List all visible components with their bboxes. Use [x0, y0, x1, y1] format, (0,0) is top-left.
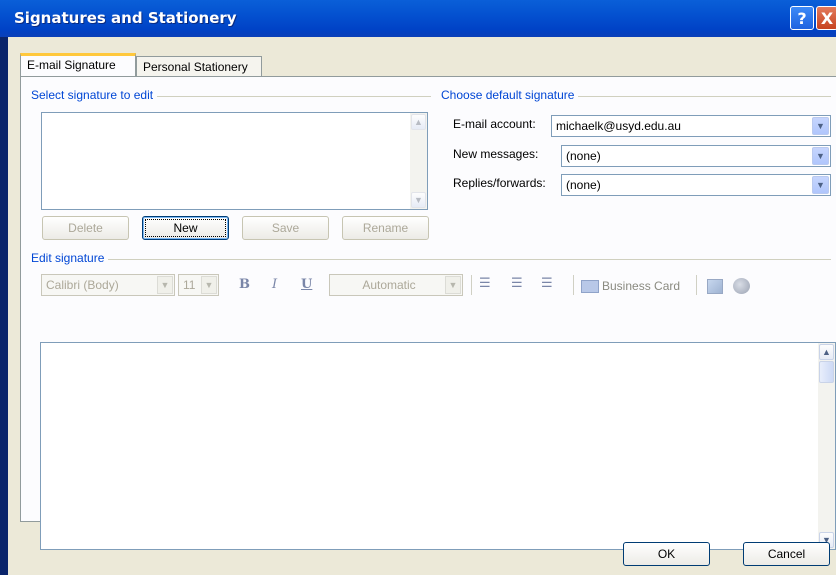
replies-forwards-value: (none)	[566, 178, 601, 192]
cancel-button[interactable]: Cancel	[743, 542, 830, 566]
insert-hyperlink-icon[interactable]	[733, 278, 750, 294]
font-color-dropdown[interactable]: Automatic ▼	[329, 274, 463, 296]
scroll-thumb[interactable]	[819, 361, 834, 383]
font-value: Calibri (Body)	[46, 278, 119, 292]
window-title: Signatures and Stationery	[14, 9, 237, 27]
font-size-dropdown[interactable]: 11 ▼	[178, 274, 219, 296]
new-button[interactable]: New	[142, 216, 229, 240]
toolbar-separator	[696, 275, 697, 295]
signature-list-scrollbar[interactable]: ▲ ▼	[410, 113, 427, 209]
ok-button[interactable]: OK	[623, 542, 710, 566]
chevron-down-icon[interactable]: ▼	[445, 276, 461, 294]
close-button[interactable]: X	[816, 6, 836, 30]
toolbar-separator	[471, 275, 472, 295]
underline-button[interactable]: U	[301, 277, 312, 292]
font-dropdown[interactable]: Calibri (Body) ▼	[41, 274, 175, 296]
edit-signature-group-label: Edit signature	[31, 251, 109, 265]
title-bar: Signatures and Stationery ? X	[0, 0, 836, 37]
italic-button[interactable]: I	[272, 277, 277, 292]
align-right-icon[interactable]: ☰	[541, 276, 553, 291]
chevron-down-icon[interactable]: ▼	[812, 147, 829, 165]
scroll-up-icon[interactable]: ▲	[411, 114, 426, 130]
email-account-label: E-mail account:	[453, 117, 536, 131]
signature-list[interactable]: ▲ ▼	[41, 112, 428, 210]
tab-personal-stationery[interactable]: Personal Stationery	[136, 56, 262, 78]
group-divider	[35, 259, 831, 260]
business-card-icon	[581, 279, 599, 293]
scroll-down-icon[interactable]: ▼	[411, 192, 426, 208]
editor-scrollbar[interactable]: ▲ ▼	[818, 343, 835, 549]
help-button[interactable]: ?	[790, 6, 814, 30]
dialog-client-area: E-mail Signature Personal Stationery Sel…	[8, 37, 836, 575]
font-size-value: 11	[183, 278, 196, 292]
business-card-button[interactable]: Business Card	[581, 276, 680, 296]
tab-email-signature[interactable]: E-mail Signature	[20, 53, 136, 78]
font-color-value: Automatic	[362, 278, 416, 292]
new-messages-dropdown[interactable]: (none) ▼	[561, 145, 831, 167]
business-card-label: Business Card	[602, 279, 681, 293]
signature-editor[interactable]: ▲ ▼	[40, 342, 836, 550]
bold-button[interactable]: B	[239, 277, 250, 292]
replies-forwards-dropdown[interactable]: (none) ▼	[561, 174, 831, 196]
new-messages-value: (none)	[566, 149, 601, 163]
delete-button[interactable]: Delete	[42, 216, 129, 240]
email-account-value: michaelk@usyd.edu.au	[556, 119, 681, 133]
insert-picture-icon[interactable]	[707, 279, 723, 294]
align-left-icon[interactable]: ☰	[479, 276, 491, 291]
align-center-icon[interactable]: ☰	[511, 276, 523, 291]
email-account-dropdown[interactable]: michaelk@usyd.edu.au ▼	[551, 115, 831, 137]
new-messages-label: New messages:	[453, 147, 539, 161]
chevron-down-icon[interactable]: ▼	[201, 276, 217, 294]
default-signature-group-label: Choose default signature	[441, 88, 579, 102]
replies-forwards-label: Replies/forwards:	[453, 176, 546, 190]
save-button[interactable]: Save	[242, 216, 329, 240]
toolbar-separator	[573, 275, 574, 295]
chevron-down-icon[interactable]: ▼	[812, 176, 829, 194]
select-signature-group-label: Select signature to edit	[31, 88, 158, 102]
scroll-up-icon[interactable]: ▲	[819, 344, 834, 360]
rename-button[interactable]: Rename	[342, 216, 429, 240]
chevron-down-icon[interactable]: ▼	[812, 117, 829, 135]
chevron-down-icon[interactable]: ▼	[157, 276, 173, 294]
